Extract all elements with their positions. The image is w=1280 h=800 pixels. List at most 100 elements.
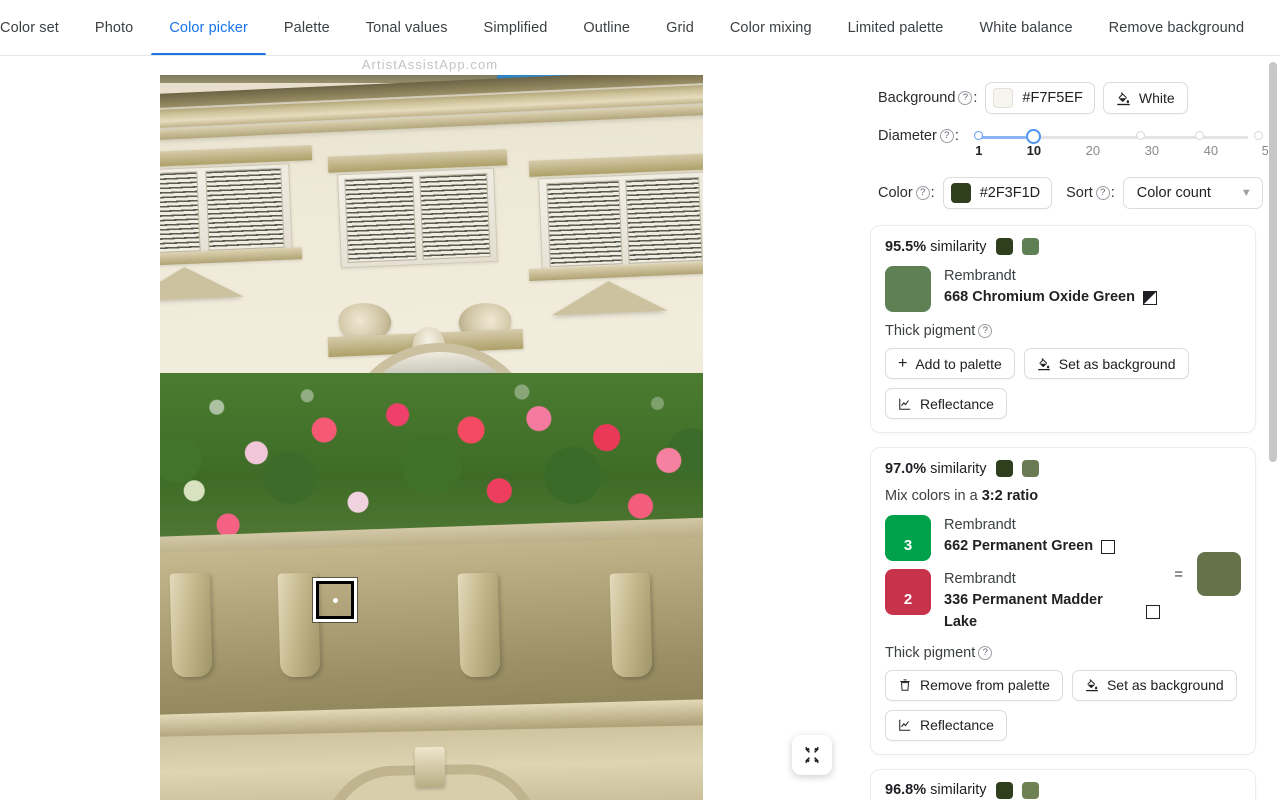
set-white-background-button[interactable]: White [1102, 82, 1188, 114]
photo-viewport[interactable] [160, 75, 703, 800]
tab-label: Tonal values [365, 19, 448, 36]
transparent-square-icon [1146, 604, 1161, 619]
pigment-name: 336 Permanent Madder Lake [944, 592, 1103, 630]
help-icon[interactable]: ? [978, 645, 993, 660]
trash-icon [900, 679, 910, 691]
tab-overflow-next[interactable]: Co [1262, 0, 1280, 55]
pigment-brand: Rembrandt [944, 517, 1016, 533]
target-color-swatch [995, 781, 1013, 799]
tab-color-picker[interactable]: Color picker [151, 0, 266, 55]
mix-body: 3 Rembrandt 662 Permanent Green 2 Rembra… [885, 515, 1241, 634]
result-card-3[interactable]: 96.8% similarity [870, 768, 1256, 800]
mix-ratio-line: Mix colors in a 3:2 ratio [885, 488, 1241, 504]
tab-white-balance[interactable]: White balance [961, 0, 1090, 55]
remove-from-palette-button[interactable]: Remove from palette [885, 669, 1063, 701]
background-color-value: #F7F5EF [1022, 90, 1083, 106]
panel-scrollbar[interactable] [1269, 62, 1277, 800]
tab-label: Palette [283, 19, 330, 36]
result-card-1[interactable]: 95.5% similarity Rembrandt 668 Chromium … [870, 225, 1256, 433]
pigment-brand: Rembrandt [944, 268, 1016, 284]
tick-label-50: 50 [1261, 143, 1268, 158]
diameter-slider[interactable]: 1 10 20 30 40 50 [971, 127, 1268, 161]
exit-fullscreen-button[interactable] [792, 735, 832, 775]
background-color-swatch [993, 88, 1014, 108]
opaque-square-icon [1142, 290, 1157, 305]
reflectance-button[interactable]: Reflectance [885, 388, 1007, 419]
pigment-thickness: Thick pigment? [885, 323, 1241, 339]
tab-label: Remove background [1108, 19, 1245, 36]
help-icon[interactable]: ? [1095, 186, 1110, 201]
tab-tonal-values[interactable]: Tonal values [348, 0, 466, 55]
pigment-name-row: 668 Chromium Oxide Green [944, 287, 1157, 309]
pigment-name: 668 Chromium Oxide Green [944, 289, 1135, 306]
shutter-left [546, 179, 623, 268]
shutter-right [205, 168, 285, 251]
color-picker-crosshair[interactable] [313, 578, 357, 622]
white-label: White [1138, 90, 1175, 106]
button-label: Remove from palette [920, 677, 1050, 694]
tick-label-20: 20 [1085, 143, 1101, 158]
add-to-palette-button[interactable]: + Add to palette [885, 348, 1015, 379]
watermark: ArtistAssistApp.com [361, 57, 499, 72]
tick-label-1: 1 [975, 143, 983, 158]
target-color-swatch [995, 460, 1013, 477]
shutter-right [419, 172, 492, 261]
color-picker-results-panel[interactable]: Background?: #F7F5EF White Diameter?: 1 … [860, 56, 1268, 800]
card-actions: + Add to palette Set as background Refle… [885, 348, 1241, 419]
background-label: Background?: [878, 90, 978, 106]
plus-icon: + [898, 354, 908, 372]
equals-sign: = [1174, 565, 1183, 583]
main-tab-bar[interactable]: Color set Photo Color picker Palette Ton… [0, 0, 1280, 56]
paint-bucket-icon [1117, 91, 1130, 105]
tab-label: Color picker [169, 19, 248, 36]
button-label: Reflectance [920, 395, 994, 412]
picked-color-button[interactable]: #2F3F1D [942, 177, 1053, 209]
tab-label: Outline [583, 19, 631, 36]
tab-limited-palette[interactable]: Limited palette [830, 0, 962, 55]
picker-center-dot [332, 597, 338, 603]
tick-label-40: 40 [1203, 143, 1219, 158]
target-color-swatch [995, 238, 1013, 255]
tab-color-mixing[interactable]: Color mixing [712, 0, 830, 55]
result-card-2[interactable]: 97.0% similarity Mix colors in a 3:2 rat… [870, 447, 1256, 755]
help-icon[interactable]: ? [939, 129, 954, 144]
corbel-3 [457, 572, 501, 678]
photo-canvas-area[interactable]: ArtistAssistApp.com [0, 56, 860, 800]
tab-label: Color mixing [729, 19, 812, 36]
picked-color-swatch [950, 183, 971, 203]
tab-palette[interactable]: Palette [266, 0, 348, 55]
transparent-square-icon [1101, 539, 1116, 554]
tab-color-set[interactable]: Color set [0, 0, 77, 55]
slider-thumb[interactable] [1026, 128, 1042, 144]
tab-remove-background[interactable]: Remove background [1091, 0, 1263, 55]
tab-grid[interactable]: Grid [648, 0, 712, 55]
reflectance-button[interactable]: Reflectance [885, 709, 1007, 741]
tab-label: Limited palette [847, 19, 944, 36]
scrollbar-thumb[interactable] [1269, 62, 1277, 462]
paint-bucket-icon [1086, 679, 1098, 692]
background-color-button[interactable]: #F7F5EF [985, 82, 1095, 114]
slider-mark-40[interactable] [1254, 131, 1264, 140]
tab-simplified[interactable]: Simplified [466, 0, 566, 55]
mix-prefix: Mix colors in a [885, 488, 982, 504]
match-color-swatch [1021, 460, 1039, 477]
card-actions: Remove from palette Set as background Re… [885, 669, 1241, 741]
diameter-control-row: Diameter?: 1 10 20 30 40 50 [878, 127, 1268, 161]
tab-outline[interactable]: Outline [565, 0, 648, 55]
help-icon[interactable]: ? [915, 186, 930, 201]
corbel-1 [169, 572, 213, 678]
similarity-row: 97.0% similarity [885, 460, 1241, 477]
shutter-left [160, 171, 200, 254]
set-as-background-button[interactable]: Set as background [1023, 348, 1189, 379]
tab-label: Color set [0, 19, 59, 36]
help-icon[interactable]: ? [978, 324, 993, 339]
tab-label: Photo [94, 19, 134, 36]
tab-photo[interactable]: Photo [77, 0, 151, 55]
reference-photo[interactable] [160, 75, 703, 800]
sort-select[interactable]: Color count ▼ [1122, 177, 1263, 209]
help-icon[interactable]: ? [958, 91, 973, 106]
pediment-right [550, 278, 668, 316]
set-as-background-button[interactable]: Set as background [1071, 669, 1237, 701]
window-center [337, 167, 499, 269]
window-left [160, 163, 293, 259]
